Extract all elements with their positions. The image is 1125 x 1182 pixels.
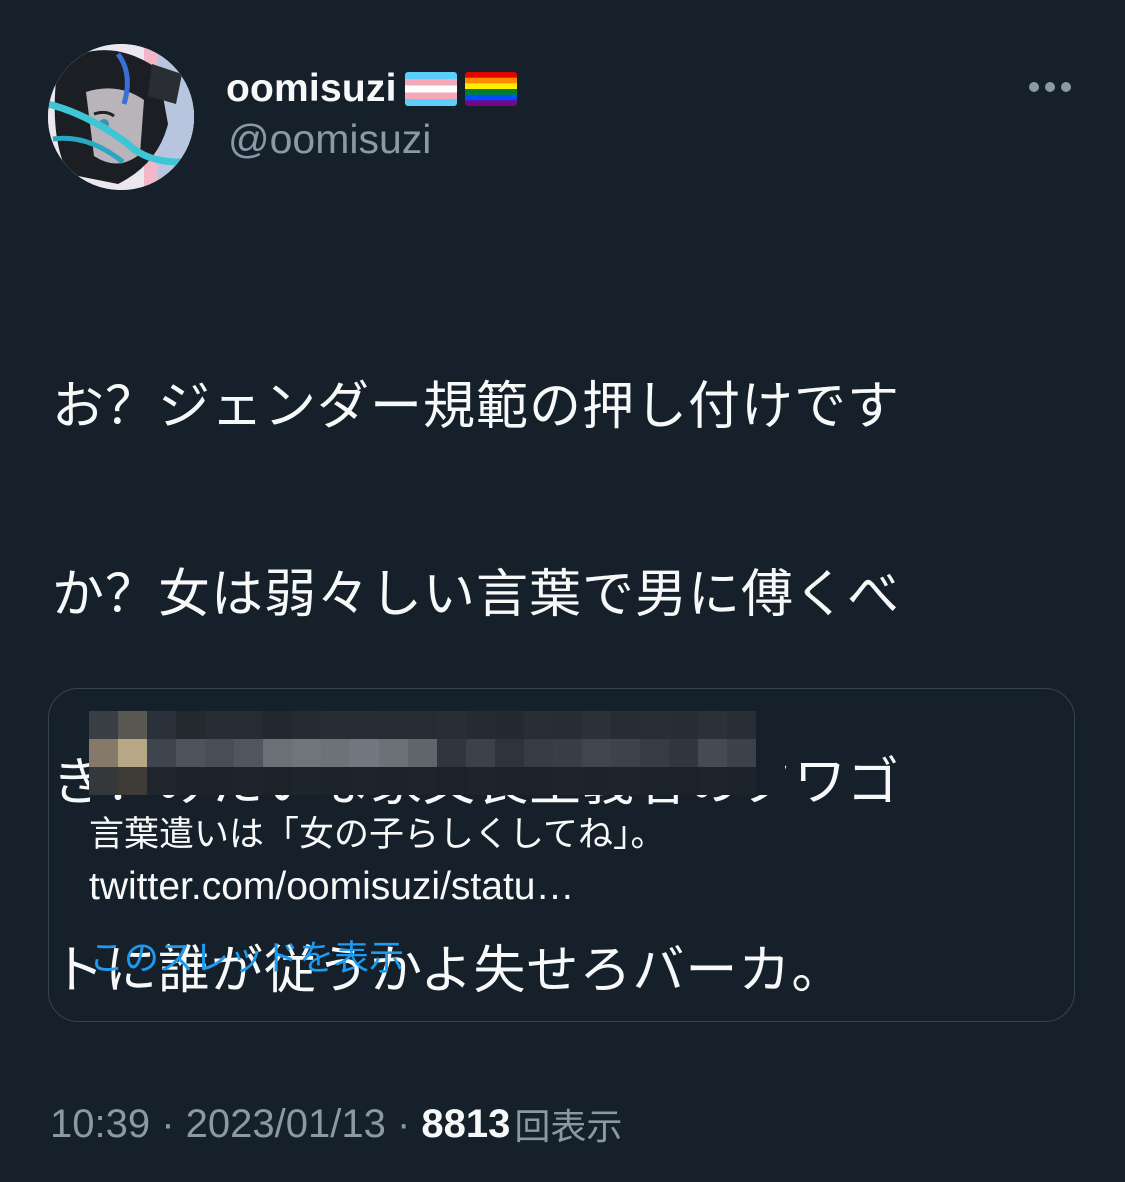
meta-separator: · <box>385 1101 422 1146</box>
tweet-text-line: お？ジェンダー規範の押し付けです <box>52 377 901 437</box>
tweet-time[interactable]: 10:39 <box>50 1102 150 1147</box>
transgender-flag-icon <box>404 72 457 106</box>
tweet-date[interactable]: 2023/01/13 <box>186 1102 386 1147</box>
show-thread-link[interactable]: このスレッドを表示 <box>89 933 404 985</box>
user-handle[interactable]: @oomisuzi <box>228 116 431 163</box>
more-horizontal-icon <box>1029 82 1071 92</box>
quoted-tweet-link[interactable]: twitter.com/oomisuzi/statu… <box>89 861 574 913</box>
more-options-button[interactable] <box>1022 70 1078 104</box>
author-name-row[interactable]: oomisuzi <box>226 64 517 114</box>
quoted-tweet-text: 言葉遣いは「女の子らしくしてね」。 <box>89 815 666 855</box>
views-label: 回表示 <box>514 1107 623 1148</box>
avatar[interactable] <box>48 44 194 190</box>
pixelated-quote-header <box>89 711 785 795</box>
rainbow-flag-icon <box>464 72 517 106</box>
display-name[interactable]: oomisuzi <box>226 67 397 111</box>
avatar-image <box>48 44 194 190</box>
quoted-tweet-card[interactable]: 言葉遣いは「女の子らしくしてね」。 twitter.com/oomisuzi/s… <box>48 688 1075 1022</box>
tweet-text-line: か？女は弱々しい言葉で男に傅くべ <box>52 565 901 625</box>
meta-separator: · <box>150 1101 186 1146</box>
tweet-meta: 10:39 · 2023/01/13 · 8813 回表示 <box>50 1098 622 1150</box>
views-count[interactable]: 8813 <box>421 1102 510 1147</box>
